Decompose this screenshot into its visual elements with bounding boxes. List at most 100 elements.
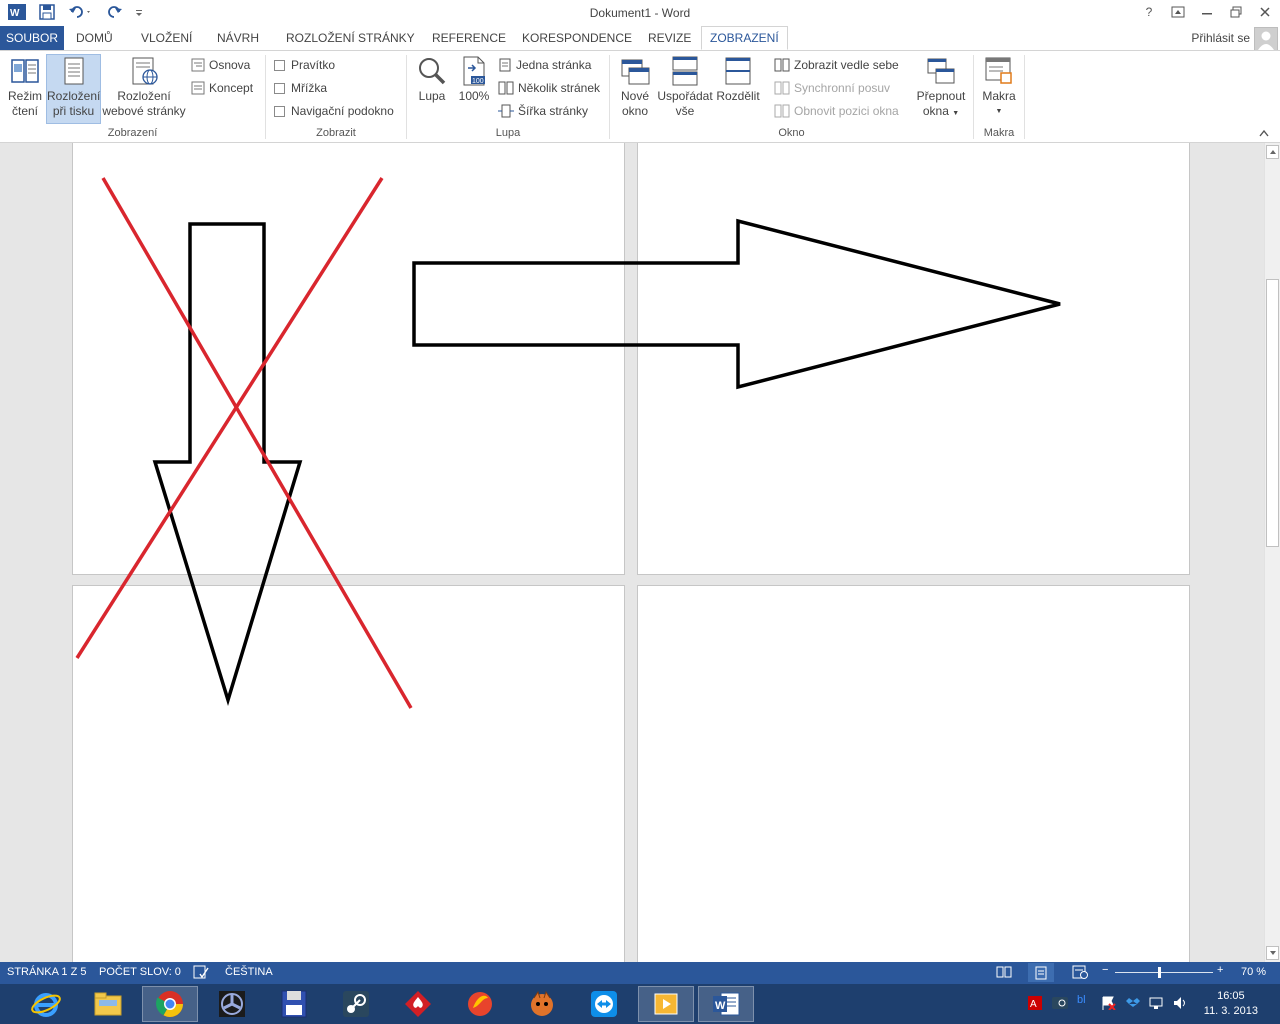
gridlines-check[interactable] — [274, 82, 285, 94]
draft-button[interactable]: Koncept — [191, 79, 253, 97]
zoom-level[interactable]: 70 % — [1241, 966, 1266, 978]
print-layout-view-icon[interactable] — [1028, 963, 1054, 982]
zoom-slider-thumb[interactable] — [1158, 967, 1161, 978]
svg-text:W: W — [715, 1000, 726, 1012]
macros-button[interactable]: Makra ▼ — [978, 55, 1020, 119]
read-mode-view-icon[interactable] — [996, 965, 1012, 982]
save-app-icon[interactable] — [266, 986, 322, 1022]
group-label-makra: Makra — [983, 127, 1015, 139]
word-taskbar-icon[interactable]: W — [698, 986, 754, 1022]
zoom-label: Lupa — [418, 89, 446, 103]
close-icon[interactable] — [1252, 2, 1278, 22]
clock[interactable]: 16:05 11. 3. 2013 — [1204, 989, 1258, 1019]
split-button[interactable]: Rozdělit — [715, 55, 761, 104]
gridlines-checkbox[interactable]: Mřížka — [274, 79, 327, 97]
help-button[interactable]: ? — [1136, 2, 1162, 22]
adobe-tray-icon[interactable]: A — [1028, 996, 1042, 1013]
view-side-by-side-button[interactable]: Zobrazit vedle sebe — [774, 56, 899, 74]
volume-icon[interactable] — [1173, 996, 1189, 1013]
tab-revize[interactable]: REVIZE — [640, 26, 699, 50]
outline-button[interactable]: Osnova — [191, 56, 250, 74]
steam-icon[interactable] — [328, 986, 384, 1022]
signin-link[interactable]: Přihlásit se — [1191, 31, 1250, 45]
minimize-icon[interactable] — [1194, 2, 1220, 22]
document-area[interactable] — [0, 143, 1264, 962]
right-arrow-shape[interactable] — [412, 218, 1061, 390]
file-explorer-icon[interactable] — [80, 986, 136, 1022]
tab-rozlozeni-stranky[interactable]: ROZLOŽENÍ STRÁNKY — [278, 26, 423, 50]
dropbox-tray-icon[interactable] — [1126, 996, 1140, 1013]
collapse-ribbon-icon[interactable] — [1258, 127, 1270, 141]
zoom-out-button[interactable]: − — [1102, 964, 1108, 976]
svg-text:100: 100 — [472, 78, 484, 85]
down-arrow-shape[interactable] — [152, 222, 303, 707]
language[interactable]: ČEŠTINA — [225, 966, 273, 978]
group-label-lupa: Lupa — [495, 127, 521, 139]
tab-soubor[interactable]: SOUBOR — [0, 26, 65, 50]
teamviewer-icon[interactable] — [576, 986, 632, 1022]
web-layout-view-icon[interactable] — [1072, 965, 1088, 982]
reset-window-position-label: Obnovit pozici okna — [794, 104, 899, 118]
zoom-slider-track[interactable] — [1115, 972, 1213, 973]
network-icon[interactable] — [1149, 996, 1165, 1013]
poker-icon[interactable] — [390, 986, 446, 1022]
ribbon-display-options-icon[interactable] — [1165, 2, 1191, 22]
tab-korespondence[interactable]: KORESPONDENCE — [514, 26, 640, 50]
vertical-scrollbar[interactable] — [1264, 143, 1280, 962]
page-count[interactable]: STRÁNKA 1 Z 5 — [7, 966, 86, 978]
scroll-up-icon[interactable] — [1266, 145, 1279, 159]
print-layout-label-2: při tisku — [52, 104, 95, 118]
clock-time: 16:05 — [1217, 990, 1245, 1002]
new-window-button[interactable]: Nové okno — [614, 55, 656, 119]
chrome-icon[interactable] — [142, 986, 198, 1022]
tab-navrh[interactable]: NÁVRH — [209, 26, 267, 50]
word-count[interactable]: POČET SLOV: 0 — [99, 966, 181, 978]
avatar[interactable] — [1254, 27, 1278, 51]
bluetooth-tray-icon[interactable]: bl — [1077, 994, 1086, 1006]
zoom-button[interactable]: Lupa — [412, 55, 452, 104]
ruler-checkbox[interactable]: Pravítko — [274, 56, 335, 74]
tab-vlozeni[interactable]: VLOŽENÍ — [133, 26, 200, 50]
restore-icon[interactable] — [1223, 2, 1249, 22]
tab-domu[interactable]: DOMŮ — [68, 26, 121, 50]
tab-reference[interactable]: REFERENCE — [424, 26, 514, 50]
internet-explorer-icon[interactable] — [18, 986, 74, 1022]
navigation-pane-check[interactable] — [274, 105, 285, 117]
read-mode-button[interactable]: Režim čtení — [4, 55, 46, 119]
multiple-pages-button[interactable]: Několik stránek — [498, 79, 600, 97]
switch-windows-label-text: okna — [922, 104, 949, 118]
web-layout-button[interactable]: Rozložení webové stránky — [102, 55, 186, 119]
action-center-flag-icon[interactable] — [1101, 996, 1117, 1013]
page-width-button[interactable]: Šířka stránky — [498, 102, 588, 120]
scroll-down-icon[interactable] — [1266, 946, 1279, 960]
status-bar: STRÁNKA 1 Z 5 POČET SLOV: 0 ČEŠTINA − + … — [0, 962, 1280, 984]
flash-app-icon[interactable] — [452, 986, 508, 1022]
web-layout-label-2: webové stránky — [102, 104, 186, 118]
zoom-in-button[interactable]: + — [1217, 964, 1223, 976]
one-page-button[interactable]: Jedna stránka — [498, 56, 591, 74]
ruler-label: Pravítko — [291, 58, 336, 72]
dropdown-caret-icon: ▼ — [952, 110, 960, 117]
arrange-all-button[interactable]: Uspořádat vše — [656, 55, 714, 119]
scrollbar-thumb[interactable] — [1266, 279, 1279, 547]
switch-windows-button[interactable]: Přepnout okna ▼ — [912, 55, 970, 121]
media-player-icon[interactable] — [638, 986, 694, 1022]
ruler-check[interactable] — [274, 59, 285, 71]
print-layout-button[interactable]: Rozložení při tisku — [46, 54, 101, 124]
synchronous-scrolling-button[interactable]: Synchronní posuv — [774, 79, 890, 97]
navigation-pane-checkbox[interactable]: Navigační podokno — [274, 102, 394, 120]
arrange-all-icon — [672, 56, 698, 86]
steam-tray-icon[interactable] — [1052, 996, 1068, 1013]
reset-window-position-button[interactable]: Obnovit pozici okna — [774, 102, 899, 120]
group-separator — [1024, 55, 1025, 139]
proofing-icon[interactable] — [193, 965, 209, 982]
zoom-100-button[interactable]: 100 100% — [455, 55, 493, 104]
group-label-zobrazit: Zobrazit — [316, 127, 356, 139]
title-bar: W Dokument1 - Word ? — [0, 0, 1280, 26]
red-cross-line[interactable] — [101, 177, 413, 709]
red-cross-line[interactable] — [75, 177, 384, 659]
fan-app-icon[interactable] — [204, 986, 260, 1022]
tab-zobrazeni[interactable]: ZOBRAZENÍ — [701, 26, 788, 50]
game-app-icon[interactable] — [514, 986, 570, 1022]
view-side-by-side-label: Zobrazit vedle sebe — [794, 58, 899, 72]
